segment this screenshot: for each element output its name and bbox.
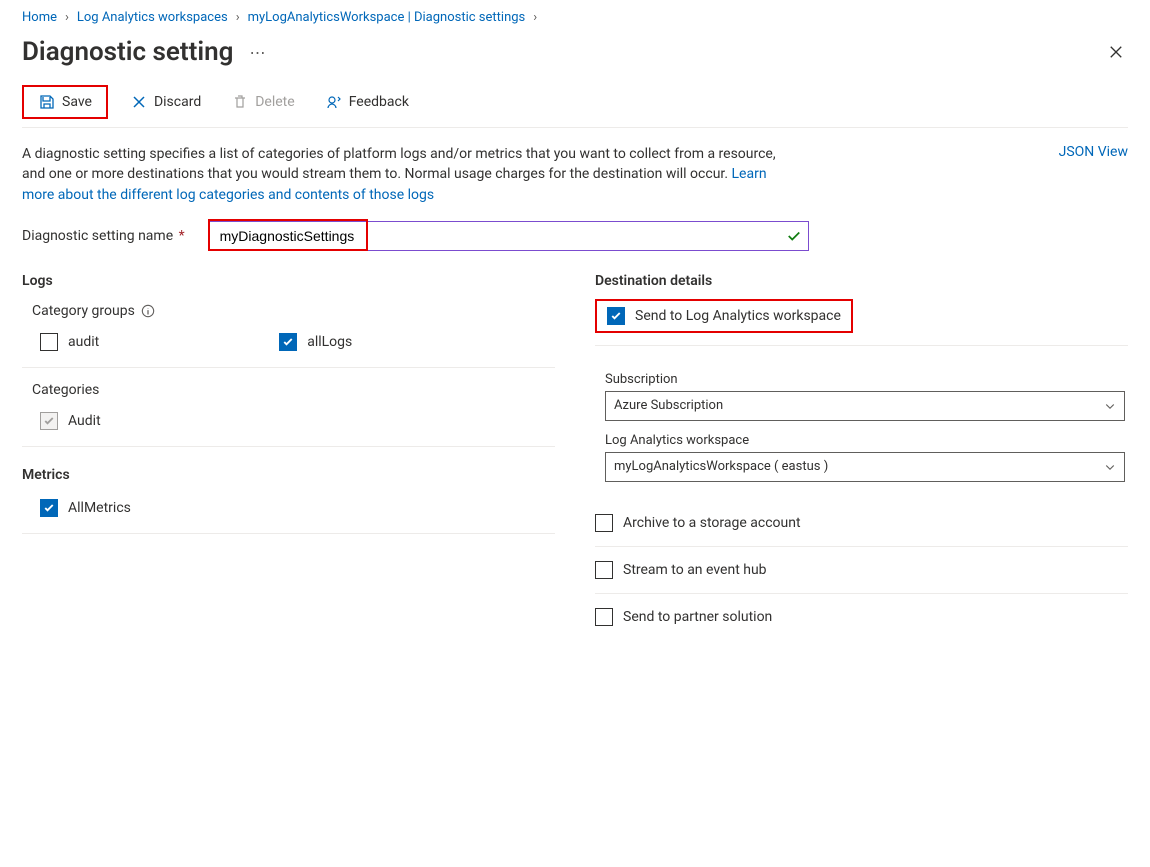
diagnostic-name-label-text: Diagnostic setting name <box>22 228 173 244</box>
chevron-down-icon <box>1104 400 1116 412</box>
save-label: Save <box>62 94 92 110</box>
divider <box>595 345 1128 346</box>
partner-checkbox-label: Send to partner solution <box>623 609 772 625</box>
chevron-down-icon <box>1104 461 1116 473</box>
description-body: A diagnostic setting specifies a list of… <box>22 146 776 182</box>
archive-checkbox-label: Archive to a storage account <box>623 515 801 531</box>
breadcrumb-home[interactable]: Home <box>22 10 57 25</box>
logs-heading: Logs <box>22 273 555 289</box>
workspace-label: Log Analytics workspace <box>605 433 1128 448</box>
delete-button: Delete <box>223 89 302 115</box>
workspace-value: myLogAnalyticsWorkspace ( eastus ) <box>614 459 828 474</box>
required-asterisk: * <box>179 228 185 244</box>
page-title: Diagnostic setting <box>22 37 233 67</box>
breadcrumb-workspace-settings[interactable]: myLogAnalyticsWorkspace | Diagnostic set… <box>248 10 526 25</box>
destination-heading: Destination details <box>595 273 1128 289</box>
divider <box>22 446 555 447</box>
delete-label: Delete <box>255 94 294 110</box>
feedback-label: Feedback <box>349 94 409 110</box>
info-icon <box>141 304 155 318</box>
category-audit-checkbox <box>40 412 58 430</box>
audit-checkbox-label: audit <box>68 334 99 350</box>
check-icon <box>282 336 294 348</box>
feedback-button[interactable]: Feedback <box>317 89 417 115</box>
send-la-highlight: Send to Log Analytics workspace <box>595 299 853 333</box>
category-audit-label: Audit <box>68 413 101 429</box>
valid-check-icon <box>787 229 801 243</box>
divider <box>22 367 555 368</box>
breadcrumb-sep-icon: › <box>65 10 69 25</box>
discard-label: Discard <box>154 94 201 110</box>
category-groups-label: Category groups <box>22 303 555 319</box>
send-la-checkbox[interactable] <box>607 307 625 325</box>
send-la-checkbox-label: Send to Log Analytics workspace <box>635 308 841 324</box>
categories-label: Categories <box>22 382 555 398</box>
diagnostic-name-input[interactable] <box>209 221 809 251</box>
subscription-select[interactable]: Azure Subscription <box>605 391 1125 421</box>
save-button[interactable]: Save <box>30 89 100 115</box>
category-groups-text: Category groups <box>32 303 135 319</box>
check-icon <box>43 502 55 514</box>
subscription-value: Azure Subscription <box>614 398 723 413</box>
delete-icon <box>231 93 249 111</box>
partner-checkbox[interactable] <box>595 608 613 626</box>
archive-checkbox[interactable] <box>595 514 613 532</box>
check-icon <box>43 415 55 427</box>
workspace-select[interactable]: myLogAnalyticsWorkspace ( eastus ) <box>605 452 1125 482</box>
stream-checkbox[interactable] <box>595 561 613 579</box>
discard-button[interactable]: Discard <box>122 89 209 115</box>
alllogs-checkbox-label: allLogs <box>307 334 352 350</box>
check-icon <box>610 310 622 322</box>
save-highlight: Save <box>22 85 108 119</box>
close-icon <box>1109 45 1123 59</box>
json-view-link[interactable]: JSON View <box>1059 144 1128 160</box>
diagnostic-name-label: Diagnostic setting name * <box>22 228 185 244</box>
breadcrumb-sep-icon: › <box>533 10 537 25</box>
divider <box>22 533 555 534</box>
save-icon <box>38 93 56 111</box>
discard-icon <box>130 93 148 111</box>
stream-checkbox-label: Stream to an event hub <box>623 562 767 578</box>
allmetrics-checkbox-label: AllMetrics <box>68 500 131 516</box>
audit-checkbox[interactable] <box>40 333 58 351</box>
description-text: A diagnostic setting specifies a list of… <box>22 144 802 205</box>
allmetrics-checkbox[interactable] <box>40 499 58 517</box>
subscription-label: Subscription <box>605 372 1128 387</box>
feedback-icon <box>325 93 343 111</box>
more-menu-button[interactable]: ⋯ <box>243 43 271 62</box>
metrics-heading: Metrics <box>22 467 555 483</box>
close-button[interactable] <box>1104 40 1128 64</box>
breadcrumb: Home › Log Analytics workspaces › myLogA… <box>22 0 1128 31</box>
toolbar: Save Discard Delete Feedback <box>22 85 1128 128</box>
alllogs-checkbox[interactable] <box>279 333 297 351</box>
breadcrumb-workspaces[interactable]: Log Analytics workspaces <box>77 10 228 25</box>
breadcrumb-sep-icon: › <box>236 10 240 25</box>
